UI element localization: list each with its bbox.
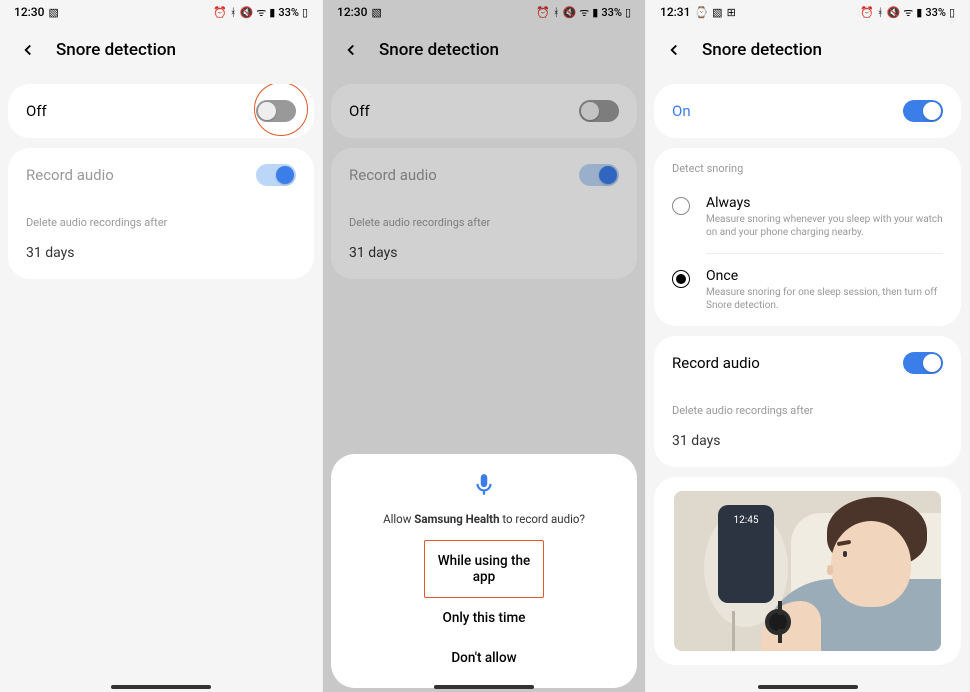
- microphone-icon: [471, 472, 497, 502]
- delete-after-value[interactable]: 31 days: [8, 235, 314, 279]
- perm-while-using-button[interactable]: While using the app: [425, 541, 543, 597]
- permission-prompt: Allow Samsung Health to record audio?: [383, 512, 585, 526]
- screen-3: 12:31 ⌚ ▧ ⊞ ⏰ ᚼ 🔇 ᯤ ▮ 33% ▯ Snore detect…: [646, 0, 970, 692]
- wifi-icon: ᯤ: [903, 5, 913, 20]
- watch-illustration: [765, 609, 791, 635]
- signal-icon: ▮: [269, 6, 275, 19]
- battery-percent: 33%: [278, 6, 299, 19]
- record-audio-label: Record audio: [672, 354, 760, 372]
- battery-percent: 33%: [925, 6, 946, 19]
- sleep-illustration: 12:45: [674, 491, 941, 651]
- status-time: 12:30: [14, 5, 44, 19]
- image-icon: ▧: [48, 6, 58, 19]
- status-bar: 12:30 ▧ ⏰ ᚼ 🔇 ᯤ ▮ 33% ▯: [0, 0, 322, 24]
- illustration-card: 12:45: [654, 477, 961, 665]
- option-once-title: Once: [706, 268, 943, 284]
- watch-icon: ⌚: [694, 6, 708, 19]
- page-title: Snore detection: [702, 40, 822, 60]
- nav-handle[interactable]: [434, 685, 534, 689]
- main-toggle[interactable]: [903, 100, 943, 122]
- grid-icon: ⊞: [727, 6, 736, 19]
- record-audio-toggle[interactable]: [903, 352, 943, 374]
- header: Snore detection: [646, 24, 969, 84]
- page-title: Snore detection: [56, 40, 176, 60]
- wifi-icon: ᯤ: [256, 5, 266, 20]
- nav-handle[interactable]: [111, 685, 211, 689]
- alarm-icon: ⏰: [213, 6, 227, 19]
- back-button[interactable]: [664, 40, 684, 60]
- radio-always[interactable]: [672, 197, 690, 215]
- phone-clock: 12:45: [734, 515, 759, 526]
- option-always-title: Always: [706, 195, 943, 211]
- main-toggle-card: On: [654, 84, 961, 138]
- option-always-desc: Measure snoring whenever you sleep with …: [706, 213, 943, 239]
- delete-after-value[interactable]: 31 days: [654, 423, 961, 467]
- back-button[interactable]: [18, 40, 38, 60]
- option-once[interactable]: Once Measure snoring for one sleep sessi…: [654, 254, 961, 326]
- settings-card: Record audio Delete audio recordings aft…: [8, 148, 314, 279]
- nav-handle[interactable]: [758, 685, 858, 689]
- option-once-desc: Measure snoring for one sleep session, t…: [706, 286, 943, 312]
- mute-icon: 🔇: [240, 6, 254, 19]
- header: Snore detection: [0, 24, 322, 84]
- main-toggle[interactable]: [256, 100, 296, 122]
- detect-snoring-card: Detect snoring Always Measure snoring wh…: [654, 148, 961, 326]
- record-audio-toggle[interactable]: [256, 164, 296, 186]
- status-time: 12:31: [660, 5, 690, 19]
- highlight-box: While using the app: [424, 540, 544, 598]
- bluetooth-icon: ᚼ: [877, 6, 884, 19]
- phone-illustration: 12:45: [718, 505, 774, 603]
- delete-after-label: Delete audio recordings after: [8, 202, 314, 235]
- main-toggle-label: On: [672, 102, 691, 120]
- perm-only-this-time-button[interactable]: Only this time: [343, 598, 625, 638]
- image-icon: ▧: [712, 6, 722, 19]
- battery-icon: ▯: [302, 6, 308, 19]
- record-settings-card: Record audio Delete audio recordings aft…: [654, 336, 961, 467]
- delete-after-label: Delete audio recordings after: [654, 390, 961, 423]
- screen-1: 12:30 ▧ ⏰ ᚼ 🔇 ᯤ ▮ 33% ▯ Snore detection …: [0, 0, 323, 692]
- status-bar: 12:31 ⌚ ▧ ⊞ ⏰ ᚼ 🔇 ᯤ ▮ 33% ▯: [646, 0, 969, 24]
- signal-icon: ▮: [916, 6, 922, 19]
- radio-once[interactable]: [672, 270, 690, 288]
- battery-icon: ▯: [949, 6, 955, 19]
- option-always[interactable]: Always Measure snoring whenever you slee…: [654, 181, 961, 253]
- detect-snoring-label: Detect snoring: [654, 148, 961, 181]
- mute-icon: 🔇: [887, 6, 901, 19]
- permission-dialog: Allow Samsung Health to record audio? Wh…: [331, 454, 637, 688]
- bluetooth-icon: ᚼ: [230, 6, 237, 19]
- screen-2: 12:30 ▧ ⏰ ᚼ 🔇 ᯤ ▮ 33% ▯ Snore detection …: [323, 0, 646, 692]
- main-toggle-label: Off: [26, 102, 47, 120]
- main-toggle-card: Off: [8, 84, 314, 138]
- record-audio-label: Record audio: [26, 166, 114, 184]
- alarm-icon: ⏰: [860, 6, 874, 19]
